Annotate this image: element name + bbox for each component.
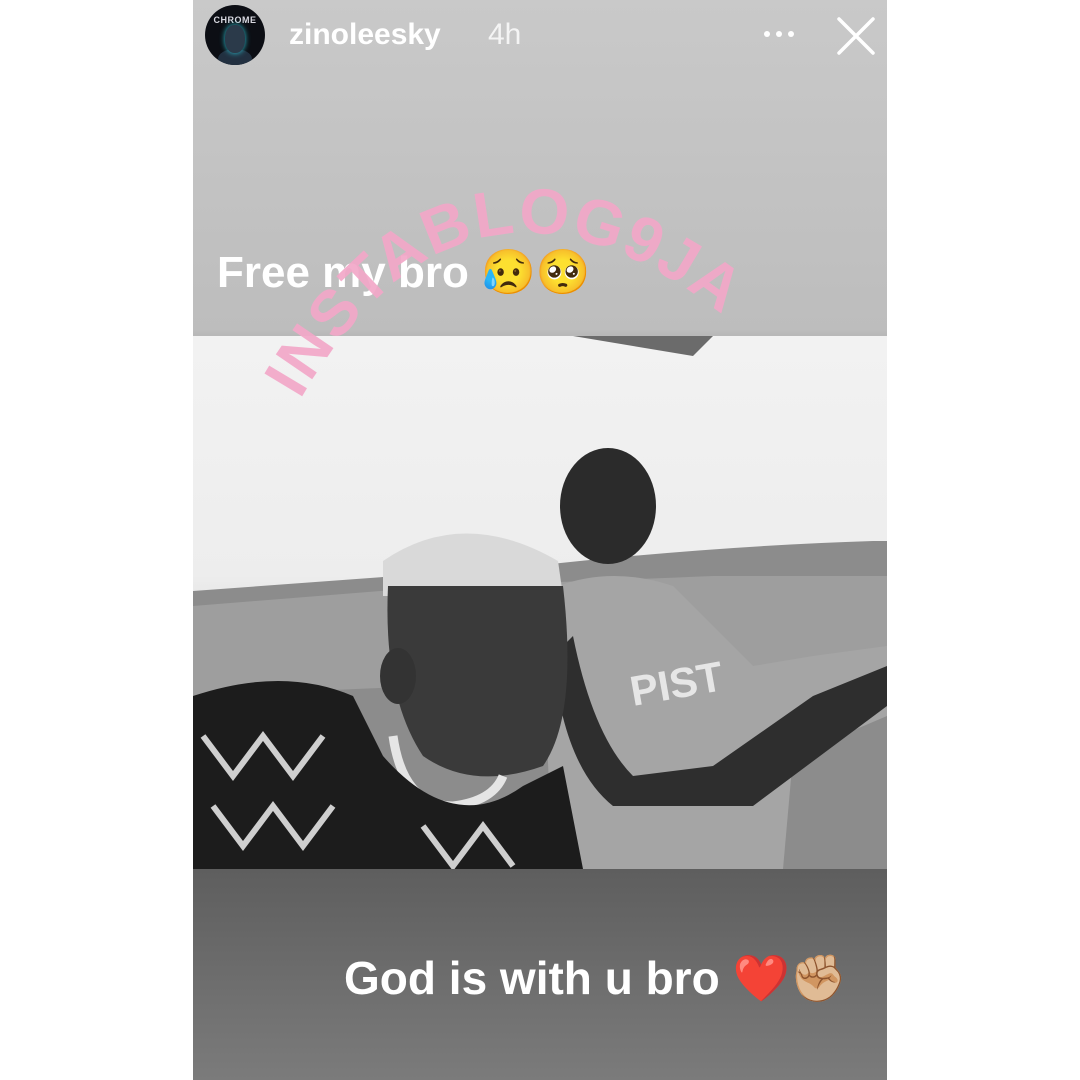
story-header: CHROME zinoleesky 4h [193, 0, 887, 80]
story-viewer: CHROME zinoleesky 4h Free my bro 😥🥺 PIST [193, 0, 887, 1080]
caption-top: Free my bro 😥🥺 [217, 248, 591, 297]
username[interactable]: zinoleesky [289, 18, 441, 52]
profile-avatar[interactable]: CHROME [205, 5, 265, 65]
story-photo: PIST [193, 336, 887, 869]
photo-illustration: PIST [193, 336, 887, 869]
story-timestamp: 4h [488, 18, 522, 51]
more-dots-icon[interactable] [761, 16, 797, 59]
close-icon[interactable] [835, 15, 877, 57]
story-bottom-panel: God is with u bro ❤️✊🏼 [193, 869, 887, 1080]
avatar-figure-head [225, 25, 245, 53]
caption-bottom: God is with u bro ❤️✊🏼 [344, 952, 847, 1004]
avatar-label: CHROME [213, 15, 257, 25]
